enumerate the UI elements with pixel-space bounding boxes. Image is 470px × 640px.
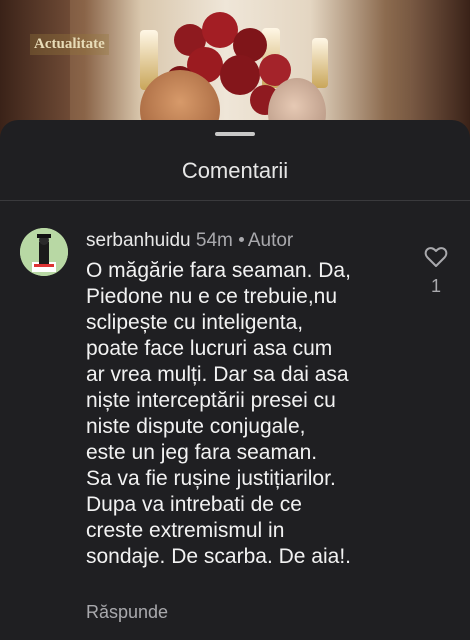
username[interactable]: serbanhuidu (86, 230, 191, 251)
comment-line: este un jeg fara seaman. (86, 441, 318, 464)
sheet-title: Comentarii (181, 158, 289, 183)
comment-line: Dupa va intrebati de ce (86, 493, 302, 516)
comment-line: niște interceptării presei cu (86, 389, 336, 412)
channel-badge: Actualitate (30, 34, 109, 55)
heart-outline-icon[interactable] (424, 246, 448, 268)
comment-line: O măgărie fara seaman. Da, (86, 259, 351, 282)
comment-line: poate face lucruri asa cum (86, 337, 333, 360)
author-label: Autor (247, 230, 294, 251)
comment-line: sondaje. De scarba. De aia!. (86, 545, 351, 568)
comments-sheet: Comentarii serbanhuidu 54m Autor O măgări… (0, 120, 470, 640)
avatar[interactable] (20, 228, 68, 276)
comment-line: creste extremismul in (86, 519, 285, 542)
video-preview[interactable]: Actualitate (0, 0, 470, 140)
drag-handle[interactable] (215, 132, 255, 136)
comment-line: niste dispute conjugale, (86, 415, 306, 438)
user-avatar-icon (20, 228, 68, 276)
divider (0, 200, 470, 201)
comment-line: Piedone nu e ce trebuie,nu (86, 285, 338, 308)
comment-line: ar vrea mulți. Dar sa dai asa (86, 363, 349, 386)
comment-line: sclipește cu inteligenta, (86, 311, 304, 334)
curtain-left (0, 0, 70, 140)
separator-dot (238, 237, 244, 243)
comment-line: Sa va fie rușine justițiarilor. (86, 467, 336, 490)
curtain-right (410, 0, 470, 140)
candle-right-2 (312, 38, 328, 88)
comment-header: serbanhuidu 54m Autor (86, 230, 293, 252)
comment-time: 54m (195, 230, 233, 251)
comment-text: O măgărie fara seaman. Da, Piedone nu e … (86, 258, 416, 570)
reply-button[interactable]: Răspunde (86, 602, 168, 623)
like-count: 1 (430, 276, 441, 296)
